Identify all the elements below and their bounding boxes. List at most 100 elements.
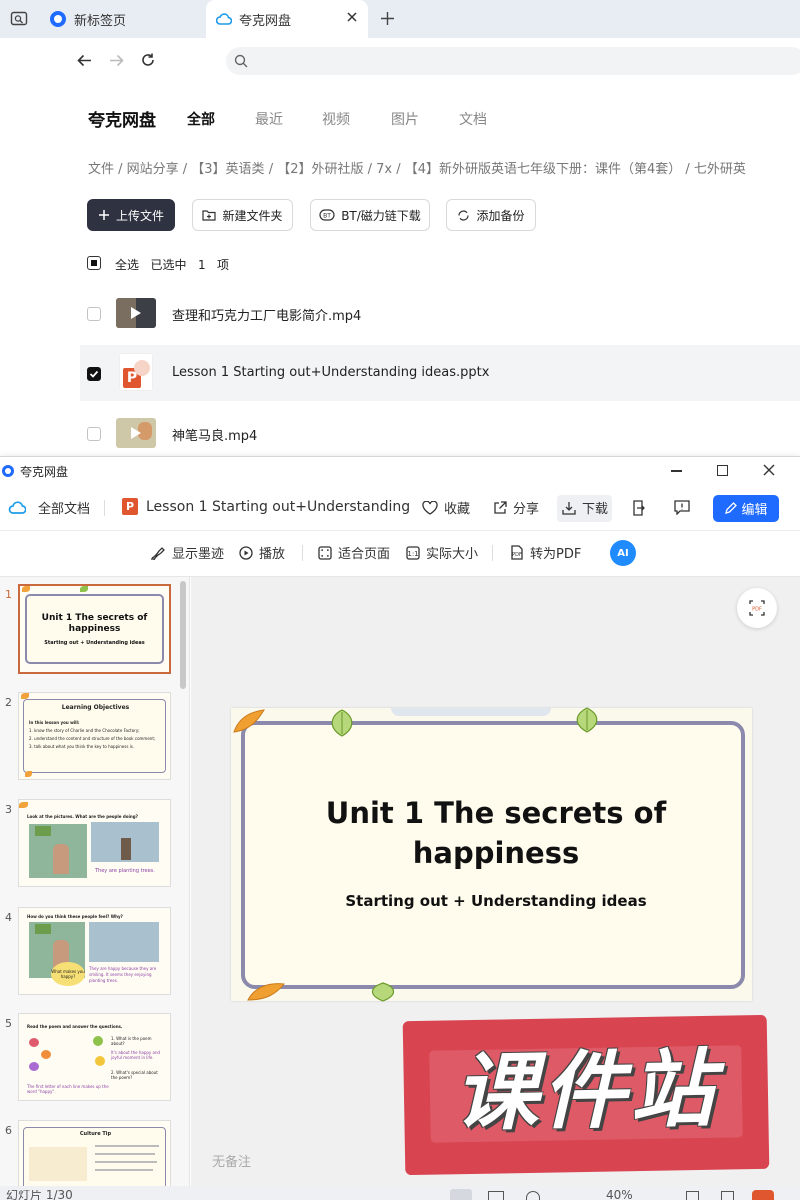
add-backup-button[interactable]: 添加备份 [446,199,536,231]
bt-download-button[interactable]: BT BT/磁力链下载 [310,199,430,231]
tab-docs[interactable]: 文档 [459,109,487,129]
fit-page-button[interactable]: 适合页面 [318,543,390,562]
sidebar-scrollbar[interactable] [180,581,186,689]
tab-all[interactable]: 全部 [187,109,215,129]
thumb-bubble: What makes you happy? [51,962,85,986]
slide-subtitle: Starting out + Understanding ideas [345,892,647,910]
tab-quark-drive[interactable]: 夸克网盘 [206,0,368,38]
select-all-checkbox[interactable] [87,256,101,270]
grid-view-button[interactable] [488,1191,504,1200]
photo-placeholder [91,822,159,862]
thumb-question: 2. What's special about the poem? [111,1070,158,1080]
quark-logo-icon [2,465,14,477]
slide-thumbnail[interactable]: How do you think these people feel? Why?… [18,907,171,995]
favorite-button[interactable]: 收藏 [422,498,470,517]
share-icon [494,500,507,514]
thumb-text: 3. talk about what you think the key to … [29,744,135,749]
file-checkbox[interactable] [87,307,101,321]
forward-icon[interactable] [109,54,124,67]
tab-new-tab[interactable]: 新标签页 [44,0,204,38]
close-window-icon[interactable] [763,464,775,476]
file-name[interactable]: 查理和巧克力工厂电影简介.mp4 [172,305,361,324]
watermark-stamp: 课件站 [402,1014,770,1176]
pdf-float-button[interactable]: PDF [737,588,777,628]
slide-thumbnail[interactable]: Culture Tip [18,1120,171,1186]
close-icon[interactable] [346,11,358,23]
thumb-text: 2. understand the content and structure … [29,736,156,741]
pptx-icon: P [122,498,138,515]
upload-button[interactable]: 上传文件 [87,199,175,231]
video-thumbnail [116,298,156,328]
text-line [95,1153,155,1155]
slide-title: Unit 1 The secrets of happiness [251,793,741,873]
reading-view-button[interactable] [526,1191,540,1200]
actual-size-label: 实际大小 [426,547,479,562]
file-checkbox[interactable] [87,427,101,441]
convert-pdf-button[interactable]: PDF 转为PDF [510,543,581,562]
tab-images[interactable]: 图片 [391,109,419,129]
thumb-title: Culture Tip [79,1131,112,1137]
minimize-icon[interactable] [671,470,682,472]
tab-video[interactable]: 视频 [322,109,350,129]
photo-placeholder [29,824,87,878]
maple-leaf-icon [246,980,286,1002]
video-thumbnail [116,418,156,448]
file-name[interactable]: 神笔马良.mp4 [172,425,257,444]
thumb-title: How do you think these people feel? Why? [27,914,123,919]
viewer-title: 夸克网盘 [20,465,69,479]
edit-button[interactable]: 编辑 [713,495,779,522]
back-icon[interactable] [77,54,92,67]
thumb-caption: They are planting trees. [95,868,155,874]
thumbnail-number: 1 [5,588,12,601]
actual-size-button[interactable]: 1:1 实际大小 [406,543,478,562]
poem-box [29,1147,87,1181]
slide-thumbnail[interactable]: Read the poem and answer the questions. … [18,1013,171,1101]
maximize-icon[interactable] [717,465,728,476]
actual-size-icon: 1:1 [406,545,420,560]
normal-view-button[interactable] [450,1189,472,1200]
slideshow-button[interactable] [752,1190,774,1200]
upload-label: 上传文件 [115,208,164,223]
file-checkbox[interactable] [87,367,101,381]
ai-assistant-button[interactable]: AI [610,540,636,566]
thumbnail-number: 5 [5,1017,12,1030]
fit-icon[interactable] [686,1191,699,1200]
svg-text:PDF: PDF [752,607,762,613]
export-icon[interactable] [632,500,646,516]
new-tab-button[interactable] [380,11,395,26]
share-button[interactable]: 分享 [493,498,539,517]
file-name[interactable]: Lesson 1 Starting out+Understanding idea… [172,365,489,380]
slide-thumbnail[interactable]: Unit 1 The secrets of happiness Starting… [18,584,171,674]
maple-leaf-icon [232,708,266,734]
new-folder-button[interactable]: 新建文件夹 [192,199,293,231]
fullscreen-icon[interactable] [721,1191,734,1200]
green-leaf-icon [571,706,603,734]
slide-thumbnail[interactable]: Learning Objectives In this lesson you w… [18,692,171,780]
play-button[interactable]: 播放 [239,543,285,562]
feedback-icon[interactable] [674,500,690,515]
leaf-decoration [80,586,88,592]
tab-search-icon[interactable] [10,10,28,28]
all-docs-button[interactable]: 全部文档 [8,498,90,517]
document-name-label: Lesson 1 Starting out+Understanding [146,498,411,515]
all-docs-label: 全部文档 [38,502,91,517]
play-icon [131,307,141,319]
slide-thumbnail[interactable]: Look at the pictures. What are the peopl… [18,799,171,887]
tab-label: 夸克网盘 [239,13,292,29]
download-button[interactable]: 下载 [562,498,608,517]
text-line [95,1161,157,1163]
tab-recent[interactable]: 最近 [255,109,283,129]
omnibox-input[interactable] [226,47,800,75]
favorite-label: 收藏 [444,502,471,517]
zoom-level: 40% [606,1190,633,1200]
browser-tab-bar: 新标签页 夸克网盘 [0,0,800,38]
selected-label: 已选中 [150,258,187,272]
thumb-text: In this lesson you will: [29,720,80,725]
show-ink-button[interactable]: 显示墨迹 [150,543,224,562]
thumb-title: Read the poem and answer the questions. [27,1024,123,1029]
flower-icon [41,1050,51,1059]
reload-icon[interactable] [140,52,156,68]
ink-icon [151,546,165,560]
green-leaf-icon [366,981,400,1003]
breadcrumb[interactable]: 文件 / 网站分享 / 【3】英语类 / 【2】外研社版 / 7x / 【4】新… [88,158,746,177]
